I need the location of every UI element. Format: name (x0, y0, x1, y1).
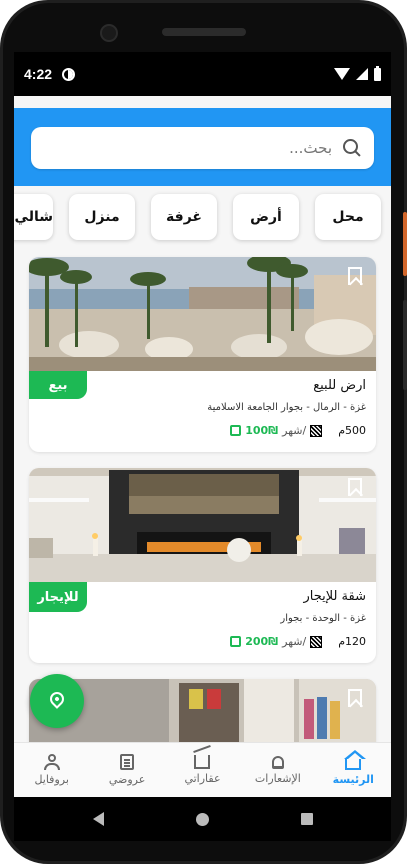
document-icon (120, 754, 135, 770)
listing-meta: 100₪ /شهر 500م (230, 424, 366, 437)
recents-icon[interactable] (300, 813, 313, 825)
status-icons (334, 65, 381, 81)
bell-icon (271, 755, 284, 769)
app-screen: 4:22 محل أرض غرفة منزل شالي (14, 52, 391, 797)
system-navigation-bar (14, 797, 391, 841)
nav-item-home[interactable]: الرئيسة (316, 743, 391, 797)
category-chips: محل أرض غرفة منزل شالي (14, 194, 391, 244)
search-icon[interactable] (342, 138, 362, 158)
power-button (403, 212, 407, 276)
nav-label: بروفايل (34, 773, 69, 786)
listing-address: غزة - الرمال - بجوار الجامعة الاسلامية (207, 402, 366, 413)
building-icon (194, 755, 211, 769)
listing-price-period: /شهر (282, 635, 307, 648)
status-badge: بيع (29, 371, 87, 399)
category-chip-shop[interactable]: محل (315, 194, 381, 240)
phone-frame: 4:22 محل أرض غرفة منزل شالي (0, 0, 407, 864)
volume-button (403, 300, 407, 390)
search-input[interactable] (132, 139, 332, 157)
listing-card[interactable]: بيع ارض للبيع غزة - الرمال - بجوار الجام… (29, 257, 376, 452)
listing-address: غزة - الوحدة - بجوار (280, 613, 366, 624)
listing-price-period: /شهر (282, 424, 307, 437)
nav-label: الرئيسة (332, 773, 374, 786)
wifi-icon (334, 68, 350, 80)
app-header (14, 108, 391, 186)
nav-label: عقاراتي (184, 772, 221, 785)
nav-label: عروضي (108, 773, 146, 786)
home-button-icon[interactable] (195, 812, 209, 826)
category-chip-room[interactable]: غرفة (151, 194, 217, 240)
nav-item-profile[interactable]: بروفايل (14, 743, 89, 797)
listing-area: 120م (338, 635, 366, 648)
category-chip-land[interactable]: أرض (233, 194, 299, 240)
map-location-button[interactable] (30, 674, 84, 728)
listing-price: 200₪ (245, 635, 279, 648)
nav-item-notifications[interactable]: الإشعارات (240, 743, 315, 797)
money-icon (230, 425, 242, 436)
location-pin-icon (47, 689, 67, 709)
listing-price: 100₪ (245, 424, 279, 437)
category-chip-house[interactable]: منزل (69, 194, 135, 240)
signal-icon (356, 68, 368, 80)
front-camera (100, 24, 118, 42)
bookmark-icon[interactable] (348, 267, 362, 285)
category-chip-chalet[interactable]: شالي (14, 194, 53, 240)
listing-photo (29, 257, 376, 371)
nav-item-my-properties[interactable]: عقاراتي (165, 743, 240, 797)
bookmark-icon[interactable] (348, 478, 362, 496)
earpiece-speaker (162, 28, 246, 36)
home-icon (344, 750, 367, 770)
status-bar: 4:22 (14, 52, 391, 96)
search-bar[interactable] (31, 127, 374, 169)
listing-meta: 200₪ /شهر 120م (230, 635, 366, 648)
user-icon (43, 754, 60, 770)
bottom-navigation: الرئيسة الإشعارات عقاراتي عروضي بروفايل (14, 742, 391, 797)
area-icon (310, 635, 323, 648)
listing-title: شقة للإيجار (303, 589, 366, 604)
back-icon[interactable] (92, 812, 104, 826)
status-badge: للإيجار (29, 582, 87, 612)
listing-area: 500م (338, 424, 366, 437)
battery-icon (374, 65, 381, 81)
listing-card[interactable]: للإيجار شقة للإيجار غزة - الوحدة - بجوار… (29, 468, 376, 663)
nav-label: الإشعارات (254, 771, 301, 785)
dnd-icon (62, 67, 76, 81)
status-time: 4:22 (24, 66, 53, 82)
bookmark-icon[interactable] (348, 689, 362, 707)
area-icon (310, 424, 323, 437)
nav-item-my-offers[interactable]: عروضي (89, 743, 164, 797)
listing-photo (29, 468, 376, 582)
money-icon (230, 636, 242, 647)
listing-title: ارض للبيع (313, 378, 366, 393)
